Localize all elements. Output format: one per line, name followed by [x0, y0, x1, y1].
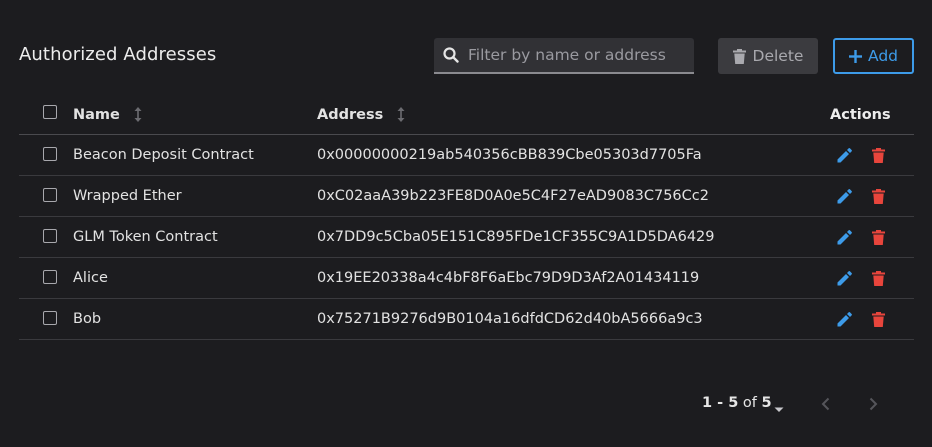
pagination-range: 1 - 5	[702, 395, 739, 411]
previous-page-icon[interactable]	[820, 396, 832, 415]
edit-icon[interactable]	[837, 176, 852, 216]
page-title: Authorized Addresses	[19, 44, 217, 65]
table-row[interactable]: GLM Token Contract 0x7DD9c5Cba05E151C895F…	[19, 217, 914, 258]
search-icon	[443, 47, 459, 63]
authorized-addresses-page: Authorized Addresses Delete Add Name	[0, 0, 932, 447]
row-checkbox[interactable]	[43, 147, 57, 161]
delete-icon[interactable]	[872, 258, 885, 298]
edit-icon[interactable]	[837, 299, 852, 339]
next-page-icon[interactable]	[867, 396, 879, 415]
per-page-dropdown-icon[interactable]	[773, 399, 785, 418]
delete-button[interactable]: Delete	[718, 38, 818, 74]
row-name: Beacon Deposit Contract	[73, 147, 254, 163]
column-header-name-label: Name	[73, 106, 120, 123]
row-name: Wrapped Ether	[73, 188, 182, 204]
column-header-actions: Actions	[830, 106, 891, 123]
column-header-address-label: Address	[317, 106, 384, 123]
row-checkbox[interactable]	[43, 311, 57, 325]
search-input[interactable]	[468, 46, 683, 64]
sort-icon[interactable]	[134, 107, 142, 122]
addresses-table: Name Address Actions Beacon Deposit Cont…	[19, 95, 914, 340]
table-body: Beacon Deposit Contract 0x00000000219ab54…	[19, 135, 914, 340]
plus-icon	[848, 49, 862, 63]
select-all-checkbox[interactable]	[43, 105, 57, 119]
pagination-of: of	[742, 395, 757, 411]
row-address: 0x7DD9c5Cba05E151C895FDe1CF355C9A1D5DA64…	[317, 229, 715, 245]
row-checkbox[interactable]	[43, 188, 57, 202]
delete-button-label: Delete	[752, 47, 804, 65]
delete-icon[interactable]	[872, 299, 885, 339]
add-button[interactable]: Add	[833, 38, 914, 74]
pagination-total: 5	[761, 395, 772, 411]
row-name: Alice	[73, 270, 108, 286]
delete-icon[interactable]	[872, 176, 885, 216]
column-header-name[interactable]: Name	[73, 95, 142, 134]
edit-icon[interactable]	[837, 258, 852, 298]
add-button-label: Add	[867, 47, 898, 65]
row-address: 0xC02aaA39b223FE8D0A0e5C4F27eAD9083C756C…	[317, 188, 709, 204]
table-row[interactable]: Wrapped Ether 0xC02aaA39b223FE8D0A0e5C4F2…	[19, 176, 914, 217]
row-address: 0x00000000219ab540356cBB839Cbe05303d7705…	[317, 147, 702, 163]
table-row[interactable]: Bob 0x75271B9276d9B0104a16dfdCD62d40bA566…	[19, 299, 914, 340]
pagination-summary: 1 - 5 of 5	[702, 395, 772, 411]
table-row[interactable]: Alice 0x19EE20338a4c4bF8F6aEbc79D9D3Af2A0…	[19, 258, 914, 299]
row-name: GLM Token Contract	[73, 229, 218, 245]
row-name: Bob	[73, 311, 102, 327]
table-header-row: Name Address Actions	[19, 95, 914, 135]
row-address: 0x75271B9276d9B0104a16dfdCD62d40bA5666a9…	[317, 311, 703, 327]
trash-icon	[732, 48, 746, 64]
sort-icon[interactable]	[397, 107, 405, 122]
search-box[interactable]	[434, 38, 694, 74]
edit-icon[interactable]	[837, 217, 852, 257]
delete-icon[interactable]	[872, 135, 885, 175]
delete-icon[interactable]	[872, 217, 885, 257]
edit-icon[interactable]	[837, 135, 852, 175]
column-header-address[interactable]: Address	[317, 95, 405, 134]
row-address: 0x19EE20338a4c4bF8F6aEbc79D9D3Af2A014341…	[317, 270, 700, 286]
row-checkbox[interactable]	[43, 229, 57, 243]
row-checkbox[interactable]	[43, 270, 57, 284]
table-row[interactable]: Beacon Deposit Contract 0x00000000219ab54…	[19, 135, 914, 176]
